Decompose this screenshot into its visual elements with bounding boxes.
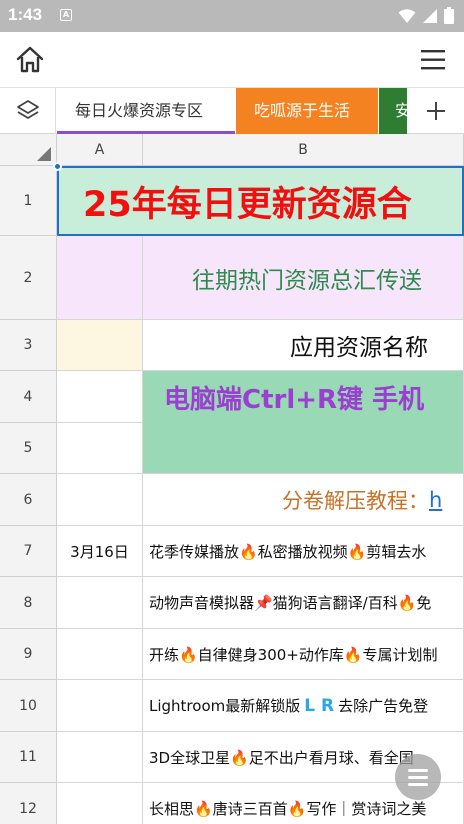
cell-a10[interactable]	[57, 680, 143, 732]
history-link-text: 往期热门资源总汇传送	[192, 267, 422, 294]
shortcut-hint-text: 电脑端Ctrl+R键 手机	[164, 385, 425, 415]
row-header-2[interactable]: 2	[0, 236, 57, 320]
cell-a2[interactable]	[57, 236, 143, 320]
cell-a11[interactable]	[57, 732, 143, 783]
row-header-6[interactable]: 6	[0, 474, 57, 526]
sheet-list-button[interactable]	[0, 88, 56, 134]
sheet-tabs-bar: 每日火爆资源专区 吃呱源于生活 安	[0, 88, 464, 134]
cell-a7[interactable]: 3月16日	[57, 526, 143, 577]
signal-icon	[423, 8, 437, 23]
column-header-a[interactable]: A	[57, 134, 143, 166]
row-header-8[interactable]: 8	[0, 577, 57, 629]
unzip-tutorial-label: 分卷解压教程：	[282, 488, 429, 513]
layers-icon	[17, 100, 39, 119]
row-header-12[interactable]: 12	[0, 783, 57, 824]
row-header-5[interactable]: 5	[0, 423, 57, 474]
resource-text: Lightroom最新解锁版	[149, 697, 301, 715]
app-notification-icon: A	[60, 9, 72, 21]
menu-button[interactable]	[420, 47, 446, 73]
column-header-b[interactable]: B	[143, 134, 464, 166]
cell-b6[interactable]: 分卷解压教程： h	[143, 474, 464, 526]
cell-b8[interactable]: 动物声音模拟器📌猫狗语言翻译/百科🔥免	[143, 577, 464, 629]
tab-third[interactable]: 安	[379, 88, 407, 134]
floating-menu-button[interactable]	[395, 754, 441, 800]
cell-b3[interactable]: 应用资源名称	[143, 320, 464, 371]
cell-a9[interactable]	[57, 629, 143, 680]
row-header-9[interactable]: 9	[0, 629, 57, 680]
cell-a3[interactable]	[57, 320, 143, 371]
date-text: 3月16日	[70, 542, 129, 561]
row-header-7[interactable]: 7	[0, 526, 57, 577]
lr-logo-icon: L R	[304, 695, 335, 716]
status-icons	[398, 7, 454, 24]
cell-b2[interactable]: 往期热门资源总汇传送	[143, 236, 464, 320]
select-all-corner[interactable]	[0, 134, 57, 166]
cell-b7[interactable]: 花季传媒播放🔥私密播放视频🔥剪辑去水	[143, 526, 464, 577]
row-header-11[interactable]: 11	[0, 732, 57, 783]
cell-title[interactable]: 25年每日更新资源合	[57, 166, 464, 236]
cell-a5[interactable]	[57, 423, 143, 474]
hamburger-menu-icon	[421, 50, 445, 70]
cell-b10[interactable]: Lightroom最新解锁版 L R 去除广告免登	[143, 680, 464, 732]
app-toolbar	[0, 32, 464, 88]
wifi-icon	[398, 8, 416, 23]
plus-icon	[427, 102, 445, 120]
resource-text: 开练🔥自律健身300+动作库🔥专属计划制	[149, 645, 438, 664]
cell-a6[interactable]	[57, 474, 143, 526]
row-header-3[interactable]: 3	[0, 320, 57, 371]
title-text: 25年每日更新资源合	[83, 184, 412, 225]
home-button[interactable]	[14, 44, 46, 76]
spreadsheet-grid[interactable]: A B 1 2 3 4 5 6 7 8 9 10 11 12 25年每日更新资源…	[0, 134, 464, 824]
cell-b9[interactable]: 开练🔥自律健身300+动作库🔥专属计划制	[143, 629, 464, 680]
cell-a4[interactable]	[57, 371, 143, 423]
tab-daily-hot-resources[interactable]: 每日火爆资源专区	[57, 88, 235, 134]
home-icon	[16, 46, 44, 73]
unzip-tutorial-link[interactable]: h	[429, 488, 442, 512]
app-name-header: 应用资源名称	[290, 335, 428, 361]
cell-a12[interactable]	[57, 783, 143, 824]
status-time: 1:43	[8, 5, 43, 24]
resource-text: 花季传媒播放🔥私密播放视频🔥剪辑去水	[149, 542, 427, 561]
resource-text: 动物声音模拟器📌猫狗语言翻译/百科🔥免	[149, 594, 432, 612]
selection-handle[interactable]	[53, 162, 62, 171]
row-header-10[interactable]: 10	[0, 680, 57, 732]
tab-life[interactable]: 吃呱源于生活	[236, 88, 378, 134]
resource-text-continued: 去除广告免登	[338, 697, 429, 715]
cell-b4-merged[interactable]: 电脑端Ctrl+R键 手机	[143, 371, 464, 474]
resource-text: 长相思🔥唐诗三百首🔥写作｜赏诗词之美	[149, 800, 427, 818]
row-header-1[interactable]: 1	[0, 166, 57, 236]
resource-text: 3D全球卫星🔥足不出户看月球、看全国	[149, 748, 414, 767]
add-sheet-button[interactable]	[408, 88, 464, 134]
list-icon	[408, 769, 428, 786]
row-header-4[interactable]: 4	[0, 371, 57, 423]
cell-a8[interactable]	[57, 577, 143, 629]
corner-triangle-icon	[37, 147, 51, 161]
status-bar: 1:43 A	[0, 0, 464, 32]
battery-icon	[444, 7, 454, 24]
